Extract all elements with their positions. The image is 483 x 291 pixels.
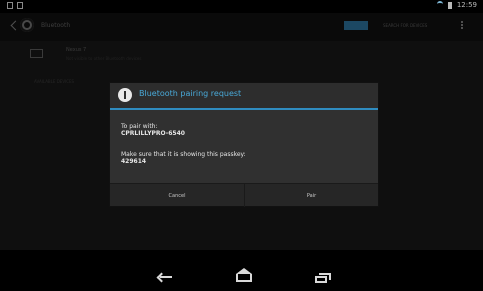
- wifi-icon: [436, 1, 443, 9]
- status-bar: 12:59: [0, 0, 483, 13]
- dialog-header: Bluetooth pairing request: [110, 83, 378, 108]
- status-right-icons: 12:59: [436, 1, 477, 9]
- dialog-buttons: Cancel Pair: [110, 183, 378, 207]
- passkey-value: 429614: [121, 158, 147, 165]
- passkey-instruction: Make sure that it is showing this passke…: [121, 151, 246, 158]
- home-icon[interactable]: [236, 268, 252, 282]
- status-left-icons: [7, 2, 23, 9]
- notification-icon: [17, 2, 23, 9]
- info-icon: [118, 88, 132, 102]
- cancel-button[interactable]: Cancel: [110, 184, 244, 207]
- pairing-dialog: Bluetooth pairing request To pair with: …: [110, 83, 378, 207]
- dialog-title: Bluetooth pairing request: [139, 89, 242, 98]
- pair-with-label: To pair with:: [121, 123, 158, 130]
- dialog-body: To pair with: CPRLILLYPRO-6540 Make sure…: [110, 110, 378, 183]
- back-nav-icon[interactable]: [158, 274, 174, 280]
- status-time: 12:59: [456, 1, 477, 9]
- battery-icon: [447, 1, 452, 9]
- device-name-target: CPRLILLYPRO-6540: [121, 130, 185, 137]
- recent-apps-icon[interactable]: [315, 273, 331, 283]
- pair-button[interactable]: Pair: [244, 184, 378, 207]
- notification-icon: [7, 2, 13, 9]
